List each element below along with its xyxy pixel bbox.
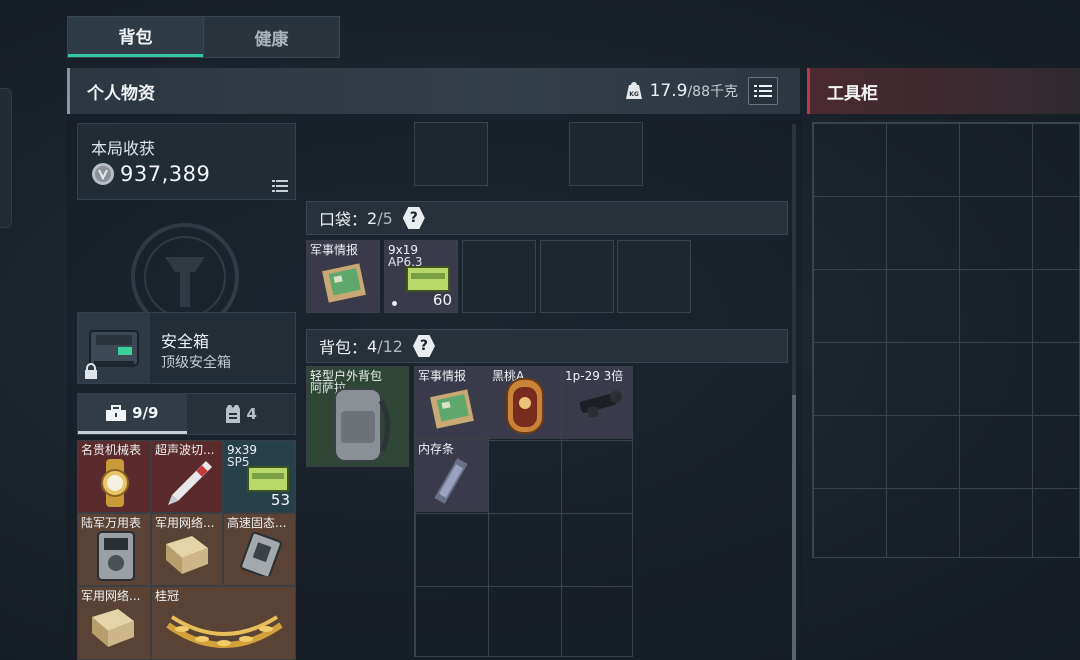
ssd-icon — [240, 532, 282, 576]
backpack-item-military-intel[interactable]: 军事情报 — [414, 366, 488, 439]
ammo-loaded-indicator — [392, 301, 397, 306]
item-name: 军用网络... — [155, 516, 215, 530]
memory-stick-icon — [434, 458, 468, 504]
pocket-slot-empty-4[interactable] — [540, 240, 614, 313]
backpack-item-1p29-scope[interactable]: 1p-29 3倍 — [561, 366, 633, 439]
item-count: 53 — [270, 491, 290, 509]
tab-backpack[interactable]: 背包 — [68, 17, 203, 57]
income-details-icon[interactable] — [272, 180, 288, 192]
pocket-slot-empty-5[interactable] — [617, 240, 691, 313]
toolbox-icon — [106, 404, 127, 421]
safe-item-9x39-ammo[interactable]: 9x39 SP5 53 — [223, 440, 296, 513]
container-tabs: 9/9 4 — [77, 393, 296, 435]
item-name: 超声波切... — [155, 443, 215, 457]
network-device-icon — [166, 536, 208, 574]
pocket-used: 2 — [367, 208, 378, 228]
item-name: 名贵机械表 — [81, 443, 142, 457]
ammo-box-icon — [406, 266, 450, 292]
safe-item-army-multimeter[interactable]: 陆军万用表 — [77, 513, 151, 586]
weight-indicator: KG 17.9 /88千克 — [624, 80, 738, 102]
ammo-box-icon — [247, 466, 289, 492]
personal-supplies-title: 个人物资 — [87, 83, 155, 104]
side-drawer-handle[interactable] — [0, 88, 12, 228]
pocket-capacity: /5 — [377, 208, 393, 228]
laurel-crown-icon — [166, 615, 283, 648]
watch-icon — [101, 459, 129, 507]
pocket-help-button[interactable]: ? — [402, 207, 425, 229]
scrollbar-thumb[interactable] — [792, 395, 796, 660]
safe-box-image — [78, 313, 150, 383]
safe-box-name: 安全箱 — [161, 332, 210, 351]
personal-supplies-header: 个人物资 KG 17.9 /88千克 — [67, 68, 800, 114]
main-tabs: 背包 健康 — [67, 16, 340, 58]
safe-box-slot[interactable]: 安全箱 顶级安全箱 — [77, 312, 296, 384]
tool-locker-grid — [812, 122, 1080, 558]
network-device-icon — [92, 609, 134, 647]
income-label: 本局收获 — [91, 139, 156, 158]
kg-weight-icon: KG — [625, 82, 642, 99]
pocket-slot-empty-3[interactable] — [462, 240, 536, 313]
list-icon — [754, 85, 772, 97]
item-count: 60 — [432, 291, 452, 309]
tab-safe-container[interactable]: 9/9 — [78, 394, 187, 434]
safe-box-subtitle: 顶级安全箱 — [161, 355, 231, 371]
safe-container-count: 9/9 — [132, 403, 159, 422]
backpack-help-button[interactable]: ? — [412, 335, 435, 357]
weight-current: 17.9 — [649, 81, 688, 101]
safe-item-military-network-1[interactable]: 军用网络... — [151, 513, 223, 586]
safe-item-laurel-crown[interactable]: 桂冠 — [151, 586, 296, 660]
backpack-header: 背包： 4 /12 ? — [306, 329, 788, 363]
intel-folder-icon — [322, 263, 366, 303]
backpack-capacity: /12 — [377, 336, 403, 356]
equipment-slot-1[interactable] — [414, 122, 488, 186]
item-name: 内存条 — [418, 442, 455, 456]
item-name: 军用网络... — [81, 589, 141, 603]
safe-item-military-network-2[interactable]: 军用网络... — [77, 586, 151, 660]
safe-item-luxury-watch[interactable]: 名贵机械表 — [77, 440, 151, 513]
backpack-label: 背包： — [319, 338, 368, 357]
pocket-label: 口袋： — [319, 210, 368, 229]
rifle-scope-icon — [579, 391, 622, 417]
lock-icon — [85, 363, 97, 379]
safe-item-ultrasonic-cutter[interactable]: 超声波切... — [151, 440, 223, 513]
pocket-item-military-intel[interactable]: 军事情报 — [306, 240, 380, 313]
income-card: 本局收获 937,389 — [77, 123, 296, 200]
vest-container-count: 4 — [246, 405, 257, 423]
backpack-item-memory-stick[interactable]: 内存条 — [414, 439, 488, 512]
item-name: 陆军万用表 — [81, 516, 142, 530]
safe-item-high-speed-ssd[interactable]: 高速固态... — [223, 513, 296, 586]
backpack-icon — [334, 388, 390, 462]
item-name: 军事情报 — [310, 243, 359, 257]
income-value: 937,389 — [120, 162, 211, 186]
weight-max: /88千克 — [687, 84, 738, 100]
backpack-used: 4 — [367, 336, 378, 356]
playing-card-icon — [506, 378, 544, 434]
equipment-slot-2[interactable] — [569, 122, 643, 186]
sort-menu-button[interactable] — [748, 77, 778, 105]
ultrasonic-cutter-icon — [168, 461, 212, 505]
tool-locker-header: 工具柜 — [807, 68, 1080, 114]
pocket-header: 口袋： 2 /5 ? — [306, 201, 788, 235]
equipped-backpack-slot[interactable]: 轻型户外背包 阿萨拉 — [306, 366, 409, 467]
coin-icon — [92, 163, 114, 185]
svg-text:KG: KG — [629, 91, 639, 98]
intel-folder-icon — [430, 389, 474, 429]
item-name: 军事情报 — [418, 369, 467, 383]
multimeter-icon — [97, 531, 135, 581]
vest-icon — [225, 405, 240, 423]
backpack-item-ace-of-spades[interactable]: 黑桃A — [488, 366, 561, 439]
item-name: 1p-29 3倍 — [565, 369, 624, 383]
tab-vest-container[interactable]: 4 — [187, 394, 296, 434]
pocket-item-9x19-ammo[interactable]: 9x19 AP6.3 60 — [384, 240, 458, 313]
tab-health[interactable]: 健康 — [203, 17, 339, 57]
item-name: 高速固态... — [227, 516, 287, 530]
tool-locker-title: 工具柜 — [827, 83, 878, 104]
